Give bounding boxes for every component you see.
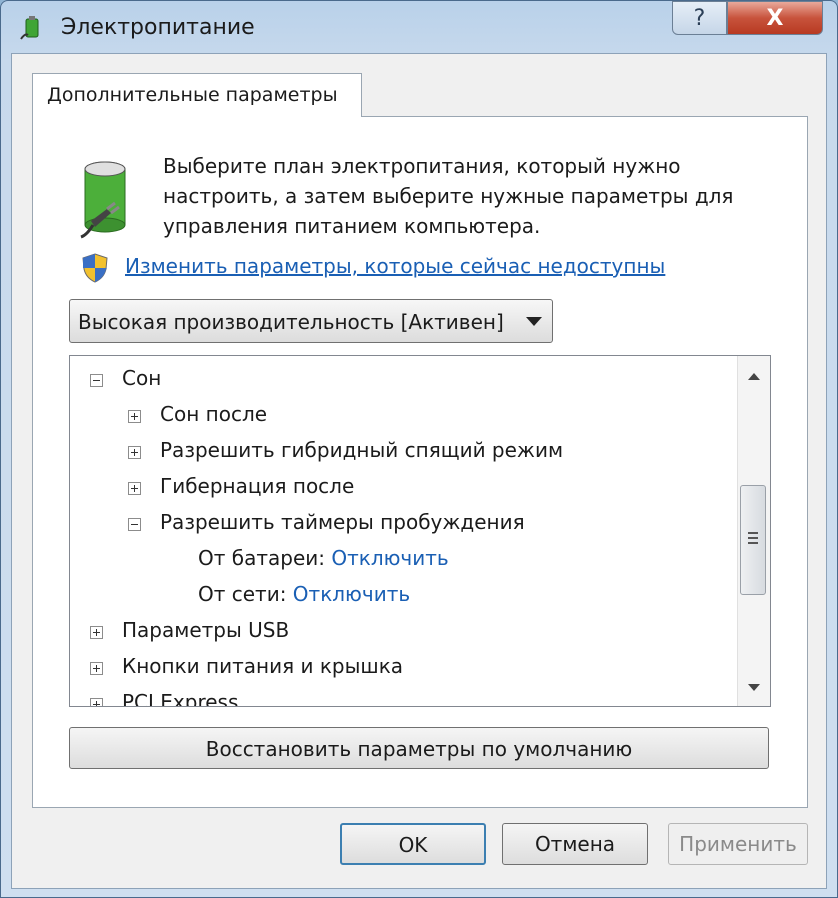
tree-item-usb[interactable]: Параметры USB <box>88 618 289 642</box>
cancel-button[interactable]: Отмена <box>502 823 648 865</box>
dialog-body: Дополнительные параметры Выберите план э… <box>11 53 827 889</box>
change-unavailable-settings-link[interactable]: Изменить параметры, которые сейчас недос… <box>125 254 665 278</box>
tree-setting-plugged-in: От сети: Отключить <box>198 582 410 606</box>
on-battery-label: От батареи: <box>198 546 325 570</box>
settings-tree[interactable]: Сон Сон после Разрешить гибридный спящий… <box>69 355 771 707</box>
expand-icon[interactable] <box>128 482 141 495</box>
tree-item-hibernate-after[interactable]: Гибернация после <box>126 474 354 498</box>
on-battery-value[interactable]: Отключить <box>331 546 448 570</box>
uac-shield-icon <box>82 253 108 283</box>
window-title: Электропитание <box>61 15 255 40</box>
tree-item-hybrid-sleep[interactable]: Разрешить гибридный спящий режим <box>126 438 563 462</box>
help-button[interactable]: ? <box>672 1 727 35</box>
tab-advanced-settings[interactable]: Дополнительные параметры <box>32 73 362 117</box>
close-icon: X <box>766 5 784 31</box>
battery-plug-icon <box>80 161 126 239</box>
restore-defaults-label: Восстановить параметры по умолчанию <box>205 737 633 761</box>
chevron-down-icon <box>526 317 542 326</box>
tree-item-sleep[interactable]: Сон <box>88 366 161 390</box>
tree-setting-on-battery: От батареи: Отключить <box>198 546 449 570</box>
tab-label: Дополнительные параметры <box>47 84 338 106</box>
settings-panel: Выберите план электропитания, который ну… <box>32 116 808 808</box>
power-plug-icon <box>20 16 39 40</box>
plugged-in-label: От сети: <box>198 582 287 606</box>
power-plan-selected: Высокая производительность [Активен] <box>78 310 504 334</box>
tree-item-wake-timers[interactable]: Разрешить таймеры пробуждения <box>126 510 525 534</box>
tree-item-power-buttons[interactable]: Кнопки питания и крышка <box>88 654 403 678</box>
expand-icon[interactable] <box>128 410 141 423</box>
collapse-icon[interactable] <box>128 518 141 531</box>
power-options-window: Электропитание ? X Дополнительные параме… <box>0 0 838 898</box>
title-bar[interactable]: Электропитание ? X <box>1 1 837 53</box>
ok-button[interactable]: OK <box>340 823 486 865</box>
grip-icon <box>748 532 758 544</box>
power-plan-dropdown[interactable]: Высокая производительность [Активен] <box>69 299 553 343</box>
tree-item-sleep-after[interactable]: Сон после <box>126 402 267 426</box>
intro-text: Выберите план электропитания, который ну… <box>163 154 734 238</box>
scroll-up-icon[interactable] <box>748 373 760 380</box>
tree-scrollbar[interactable] <box>737 356 770 706</box>
tree-item-pci-express[interactable]: PCI Express <box>88 690 238 706</box>
collapse-icon[interactable] <box>90 374 103 387</box>
help-icon: ? <box>693 5 706 31</box>
expand-icon[interactable] <box>128 446 141 459</box>
expand-icon[interactable] <box>90 698 103 706</box>
scroll-down-icon[interactable] <box>748 684 760 691</box>
expand-icon[interactable] <box>90 662 103 675</box>
restore-defaults-button[interactable]: Восстановить параметры по умолчанию <box>69 727 769 769</box>
apply-button[interactable]: Применить <box>668 823 808 865</box>
close-button[interactable]: X <box>727 1 823 35</box>
plugged-in-value[interactable]: Отключить <box>293 582 410 606</box>
scroll-thumb[interactable] <box>740 485 766 595</box>
expand-icon[interactable] <box>90 626 103 639</box>
